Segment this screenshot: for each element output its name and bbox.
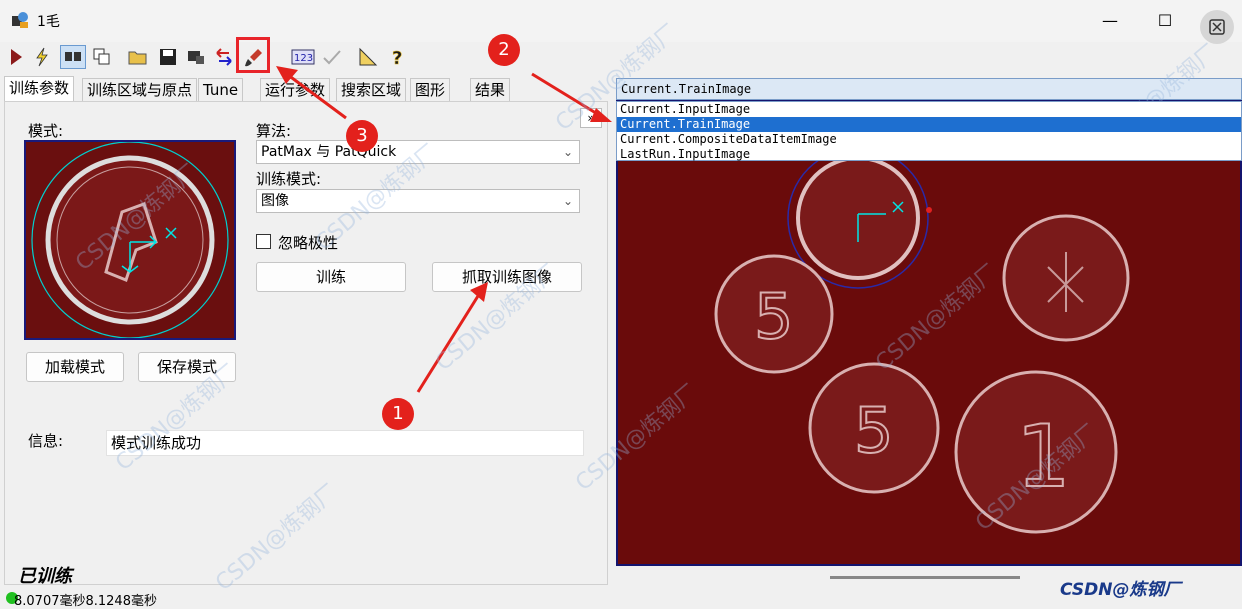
expand-chevron-icon[interactable]: » [580,108,602,128]
save-icon[interactable] [156,45,180,69]
chevron-down-icon: ⌄ [562,194,573,208]
tab-tune[interactable]: Tune [198,78,244,102]
image-source-combo[interactable]: Current.TrainImage [616,78,1242,100]
save-model-button[interactable]: 保存模式 [138,352,236,382]
grab-train-image-button[interactable]: 抓取训练图像 [432,262,582,292]
copy-icon[interactable] [90,45,114,69]
highlight-box [236,37,270,73]
callout-1: 1 [382,398,414,430]
svg-text:123: 123 [294,53,313,64]
capture-icon[interactable] [184,45,208,69]
app-icon [10,10,30,30]
ruler-icon[interactable] [356,45,380,69]
train-button[interactable]: 训练 [256,262,406,292]
ignore-polarity-label: 忽略极性 [278,234,339,252]
callout-3: 3 [346,120,378,152]
option-train-image[interactable]: Current.TrainImage [617,117,1241,132]
timing-status: 8.0707毫秒8.1248毫秒 [14,594,157,609]
toolbar: 123 ? [0,42,1242,72]
callout-2: 2 [488,34,520,66]
swap-icon[interactable] [212,45,236,69]
load-model-button[interactable]: 加载模式 [26,352,124,382]
option-composite-image[interactable]: Current.CompositeDataItemImage [617,132,1241,147]
csdn-watermark: CSDN@炼钢厂 [1060,580,1181,600]
tab-train-params[interactable]: 训练参数 [4,76,75,102]
horizontal-scrollbar[interactable] [830,576,1020,579]
check-disabled-icon[interactable] [320,45,344,69]
tab-results[interactable]: 结果 [470,78,511,102]
option-input-image[interactable]: Current.InputImage [617,102,1241,117]
model-label: 模式: [28,122,64,140]
image-display[interactable]: 5 5 1 [616,100,1242,566]
algorithm-select[interactable]: PatMax 与 PatQuick ⌄ [256,140,580,164]
train-mode-label: 训练模式: [256,170,322,188]
algorithm-label: 算法: [256,122,292,140]
option-lastrun-image[interactable]: LastRun.InputImage [617,147,1241,162]
open-folder-icon[interactable] [126,45,150,69]
tab-search-region[interactable]: 搜索区域 [336,78,407,102]
chevron-down-icon: ⌄ [562,145,573,159]
close-icon[interactable] [1200,10,1234,44]
info-label: 信息: [28,432,64,450]
lightning-icon[interactable] [30,45,54,69]
title-bar: 1毛 — ☐ [0,0,1242,44]
tab-run-params[interactable]: 运行参数 [260,78,331,102]
minimize-button[interactable]: — [1087,8,1133,34]
info-field: 模式训练成功 [106,430,584,456]
maximize-button[interactable]: ☐ [1142,8,1188,34]
model-image [24,140,236,340]
run-icon[interactable] [4,45,28,69]
algorithm-value: PatMax 与 PatQuick [261,144,397,160]
tab-train-region[interactable]: 训练区域与原点 [82,78,198,102]
svg-text:?: ? [392,48,402,67]
svg-text:5: 5 [854,394,893,467]
svg-text:1: 1 [1016,407,1071,507]
train-mode-value: 图像 [261,193,289,209]
tab-graphics[interactable]: 图形 [410,78,451,102]
ignore-polarity-checkbox[interactable] [256,234,271,249]
window-title: 1毛 [37,14,60,30]
view-icon[interactable] [60,45,86,69]
help-icon[interactable]: ? [386,45,410,69]
numeric-icon[interactable]: 123 [290,45,316,69]
train-mode-select[interactable]: 图像 ⌄ [256,189,580,213]
svg-text:5: 5 [754,280,793,353]
image-source-dropdown: Current.InputImage Current.TrainImage Cu… [616,101,1242,161]
trained-status: 已训练 [18,566,72,587]
